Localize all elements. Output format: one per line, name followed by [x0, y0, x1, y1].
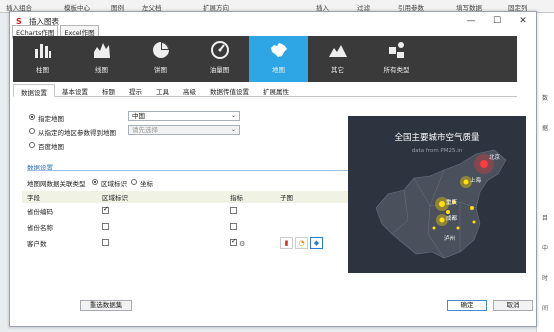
chart-type-label: 其它 — [331, 66, 344, 74]
map-select-value: 中国 — [132, 112, 145, 120]
bg-side-text: 数 — [542, 95, 549, 102]
bg-side-text: 间 — [542, 305, 549, 312]
background-sidebar: 数 据 目 中 时 间 — [536, 13, 554, 332]
gauge-chart-icon — [210, 41, 229, 59]
field-name: 客户数 — [27, 240, 47, 248]
field-mapping-table: 字段 区域标识 指标 子图 省份编码 省份名称 客户数 ⚙ ▮◔◆ — [22, 191, 348, 251]
chart-type-label: 油量图 — [209, 66, 230, 74]
gear-icon[interactable]: ⚙ — [239, 240, 245, 248]
radio-label: 坐标 — [140, 180, 153, 188]
radio-baidu-map[interactable] — [29, 142, 35, 148]
chart-type-label: 饼图 — [154, 66, 167, 74]
map-chart-icon — [270, 43, 287, 57]
metric-checkbox[interactable] — [230, 237, 237, 246]
city-label: 泸州 — [444, 236, 456, 242]
chart-preview: 全国主要城市空气质量 data from PM25.in 北京 上海 重庆 成都… — [348, 116, 526, 273]
tab-extended-props[interactable]: 扩展属性 — [256, 84, 296, 96]
ribbon-filler — [426, 36, 517, 82]
radio-specified-map[interactable] — [29, 114, 35, 120]
chart-type-label: 线图 — [95, 66, 108, 74]
radio-label: 区域标识 — [101, 180, 127, 188]
settings-tabs: 数据设置 基本设置 标题 提示 工具 高级 数据传值设置 扩展属性 — [13, 84, 517, 97]
tab-title[interactable]: 标题 — [95, 84, 122, 96]
column-header: 区域标识 — [102, 194, 128, 202]
table-row: 省份编码 — [22, 203, 348, 219]
minimize-button[interactable]: — — [458, 12, 484, 30]
bar-chart-icon — [34, 44, 51, 58]
region-checkbox[interactable] — [102, 205, 109, 214]
param-select-placeholder: 请先选择 — [132, 126, 158, 134]
table-header: 字段 区域标识 指标 子图 — [22, 191, 348, 203]
all-types-icon — [388, 42, 404, 58]
metric-checkbox[interactable] — [230, 222, 237, 230]
chart-type-label: 所有类型 — [383, 66, 410, 74]
maximize-button[interactable]: ☐ — [484, 12, 510, 30]
section-divider — [27, 170, 351, 171]
other-chart-icon — [328, 45, 347, 57]
bg-side-text: 中 — [542, 245, 549, 252]
tab-advanced[interactable]: 高级 — [176, 84, 203, 96]
subchart-map-icon[interactable]: ◆ — [310, 237, 323, 249]
field-name: 省份编码 — [27, 208, 53, 216]
radio-label: 指定地图 — [38, 115, 64, 123]
radio-param-map[interactable] — [29, 128, 35, 134]
chevron-down-icon: ⌄ — [230, 112, 236, 119]
chart-type-label: 柱图 — [36, 66, 49, 74]
table-row: 省份名称 — [22, 219, 348, 235]
region-checkbox[interactable] — [102, 222, 109, 230]
bg-side-text: 时 — [542, 275, 549, 282]
param-select[interactable]: 请先选择 ⌄ — [128, 125, 240, 135]
bg-side-text: 据 — [542, 125, 549, 132]
confirm-button[interactable]: 确定 — [447, 300, 487, 311]
chart-type-pie[interactable]: 饼图 — [131, 36, 190, 82]
chart-type-other[interactable]: 其它 — [308, 36, 367, 82]
city-label: 北京 — [489, 155, 501, 161]
chart-type-label: 地图 — [272, 66, 285, 74]
subchart-bar-icon[interactable]: ▮ — [280, 237, 293, 249]
column-header: 指标 — [230, 194, 243, 202]
tab-data-passing[interactable]: 数据传值设置 — [203, 84, 256, 96]
column-header: 字段 — [27, 194, 40, 202]
region-checkbox[interactable] — [102, 238, 109, 246]
table-row: 客户数 ⚙ ▮◔◆ — [22, 235, 348, 251]
tab-data-settings[interactable]: 数据设置 — [13, 84, 55, 97]
tab-basic-settings[interactable]: 基本设置 — [55, 84, 95, 96]
subchart-pie-icon[interactable]: ◔ — [295, 237, 308, 249]
chart-type-gauge[interactable]: 油量图 — [190, 36, 249, 82]
chart-type-map[interactable]: 地图 — [249, 36, 308, 82]
field-name: 省份名称 — [27, 224, 53, 232]
map-select[interactable]: 中国 ⌄ — [128, 111, 240, 121]
reselect-dataset-button[interactable]: 重选数据集 — [80, 300, 132, 311]
metric-checkbox[interactable] — [230, 206, 237, 214]
chevron-down-icon: ⌄ — [230, 126, 236, 133]
line-chart-icon — [93, 43, 110, 58]
radio-label: 从指定的地区参数得到地图 — [38, 129, 116, 137]
chart-type-bar[interactable]: 柱图 — [13, 36, 72, 82]
cancel-button[interactable]: 取消 — [493, 300, 533, 311]
field-type-row: 地图网数据关联类型 — [27, 178, 86, 188]
radio-coordinate[interactable] — [131, 179, 137, 185]
tab-tools[interactable]: 工具 — [149, 84, 176, 96]
city-label: 重庆 — [446, 200, 458, 206]
city-label: 成都 — [446, 216, 458, 222]
field-type-label: 地图网数据关联类型 — [27, 180, 86, 188]
radio-region-id[interactable] — [92, 179, 98, 185]
pie-chart-icon — [152, 42, 169, 58]
column-header: 子图 — [280, 194, 293, 202]
city-label: 上海 — [470, 178, 482, 184]
preview-title: 全国主要城市空气质量 — [394, 133, 480, 143]
bg-side-text: 目 — [542, 215, 549, 222]
chart-type-ribbon: 柱图 线图 饼图 油量图 地图 其它 所有类型 — [13, 36, 517, 82]
radio-label: 百度地图 — [38, 143, 64, 151]
tab-tooltip[interactable]: 提示 — [122, 84, 149, 96]
chart-type-all[interactable]: 所有类型 — [367, 36, 426, 82]
chart-type-line[interactable]: 线图 — [72, 36, 131, 82]
close-button[interactable]: ✕ — [510, 12, 536, 30]
